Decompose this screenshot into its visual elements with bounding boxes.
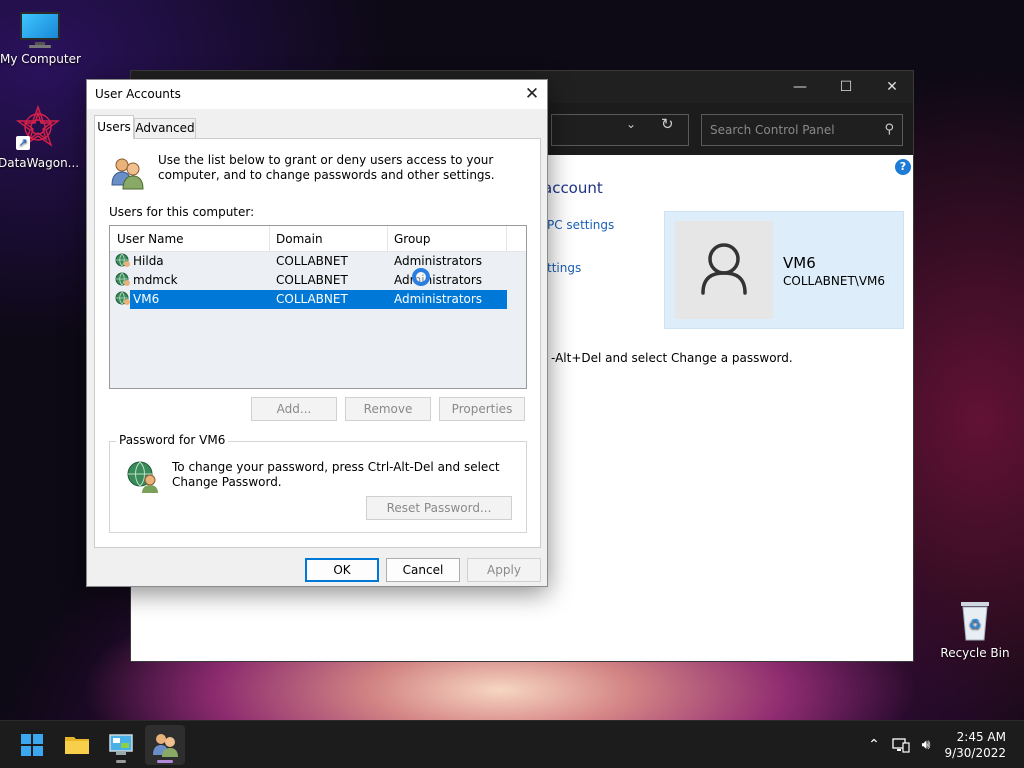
users-list-header: User Name Domain Group [110,226,526,252]
remove-user-button[interactable]: Remove [345,397,431,421]
user-card: VM6 COLLABNET\VM6 [664,211,904,329]
group-cell: Administrators [394,292,483,306]
settings-link[interactable]: ttings [547,261,581,275]
domain-user-icon [126,460,160,494]
desktop-icon-label: DataWagon... [0,156,80,170]
svg-text:♻: ♻ [969,617,982,633]
table-row[interactable]: mdmck COLLABNET Administrators [110,271,508,290]
search-icon: ⚲ [884,122,894,137]
user-avatar-icon [675,221,773,319]
refresh-icon[interactable]: ↻ [661,115,674,133]
column-header-domain[interactable]: Domain [269,226,388,252]
desktop-icon-recycle-bin[interactable]: ♻ Recycle Bin [935,598,1015,660]
reset-password-button[interactable]: Reset Password... [366,496,512,520]
user-accounts-icon [153,734,178,757]
domain-user-icon [115,291,131,307]
password-groupbox-title: Password for VM6 [116,433,229,447]
desktop-icon-label: My Computer [0,52,81,66]
cancel-button[interactable]: Cancel [386,558,460,582]
users-group-icon [109,155,145,191]
chevron-down-icon[interactable]: ⌄ [626,117,636,131]
user-domain: COLLABNET\VM6 [783,274,886,288]
search-control-panel-input[interactable]: Search Control Panel ⚲ [701,114,903,146]
user-name-cell: mdmck [133,273,178,287]
user-name-cell: Hilda [133,254,164,268]
windows-logo-icon [21,734,43,756]
folder-icon [65,737,89,754]
shortcut-arrow-icon: ↗ [16,136,30,150]
properties-button[interactable]: Properties [439,397,525,421]
password-groupbox: Password for VM6 To change your password… [109,433,527,533]
password-note: -Alt+Del and select Change a password. [551,351,793,365]
table-row[interactable]: Hilda COLLABNET Administrators [110,252,508,271]
group-cell: Administrators [394,273,483,287]
dialog-titlebar[interactable]: User Accounts ✕ [87,80,547,109]
column-header-group[interactable]: Group [387,226,507,252]
users-tab-panel: Use the list below to grant or deny user… [94,138,541,548]
volume-icon[interactable]: 🔊︎ [915,721,937,768]
mouse-cursor-icon [412,268,430,286]
chevron-up-icon[interactable]: ⌃ [864,721,884,768]
taskbar-user-accounts[interactable] [145,725,185,765]
taskbar: ⌃ 🔊︎ 2:45 AM 9/30/2022 [0,720,1024,768]
taskbar-file-explorer[interactable] [57,725,97,765]
desktop-icon-label: Recycle Bin [940,646,1010,660]
page-title: account [543,179,603,197]
apply-button[interactable]: Apply [467,558,541,582]
user-name-cell: VM6 [133,292,160,306]
table-row-selected[interactable]: VM6 COLLABNET Administrators [110,290,508,309]
clock-date: 9/30/2022 [944,746,1006,760]
dialog-title: User Accounts [95,87,181,101]
minimize-button[interactable]: — [777,71,823,103]
tab-advanced[interactable]: Advanced [134,118,196,138]
users-list[interactable]: User Name Domain Group Hilda COLLABNET A… [109,225,527,389]
domain-user-icon [115,272,131,288]
recycle-bin-icon: ♻ [955,598,995,642]
close-icon[interactable]: ✕ [517,80,547,109]
maximize-button[interactable]: ☐ [823,71,869,103]
domain-cell: COLLABNET [276,273,348,287]
intro-text: Use the list below to grant or deny user… [158,153,495,182]
monitor-icon [18,10,62,48]
desktop-icon-my-computer[interactable]: My Computer [0,10,81,66]
domain-user-icon [115,253,131,269]
domain-cell: COLLABNET [276,254,348,268]
group-cell: Administrators [394,254,483,268]
user-name: VM6 [783,254,816,272]
desktop-icon-datawagon[interactable]: ↗ DataWagon... [0,104,80,170]
start-button[interactable] [12,725,52,765]
help-icon[interactable]: ? [895,159,911,175]
control-panel-icon [109,734,133,755]
user-accounts-dialog[interactable]: User Accounts ✕ Users Advanced Use the l… [86,79,548,587]
clock-time: 2:45 AM [956,730,1006,744]
taskbar-control-panel[interactable] [101,725,141,765]
add-user-button[interactable]: Add... [251,397,337,421]
domain-cell: COLLABNET [276,292,348,306]
ok-button[interactable]: OK [305,558,379,582]
column-header-user-name[interactable]: User Name [110,226,270,252]
pc-settings-link[interactable]: PC settings [547,218,614,232]
password-instructions: To change your password, press Ctrl-Alt-… [172,460,500,489]
close-button[interactable]: ✕ [869,71,915,103]
tab-users[interactable]: Users [94,115,134,139]
system-clock[interactable]: 2:45 AM 9/30/2022 [944,729,1006,761]
network-icon[interactable] [890,721,912,768]
datawagon-logo-icon: ↗ [14,104,62,152]
users-list-label: Users for this computer: [109,205,255,219]
